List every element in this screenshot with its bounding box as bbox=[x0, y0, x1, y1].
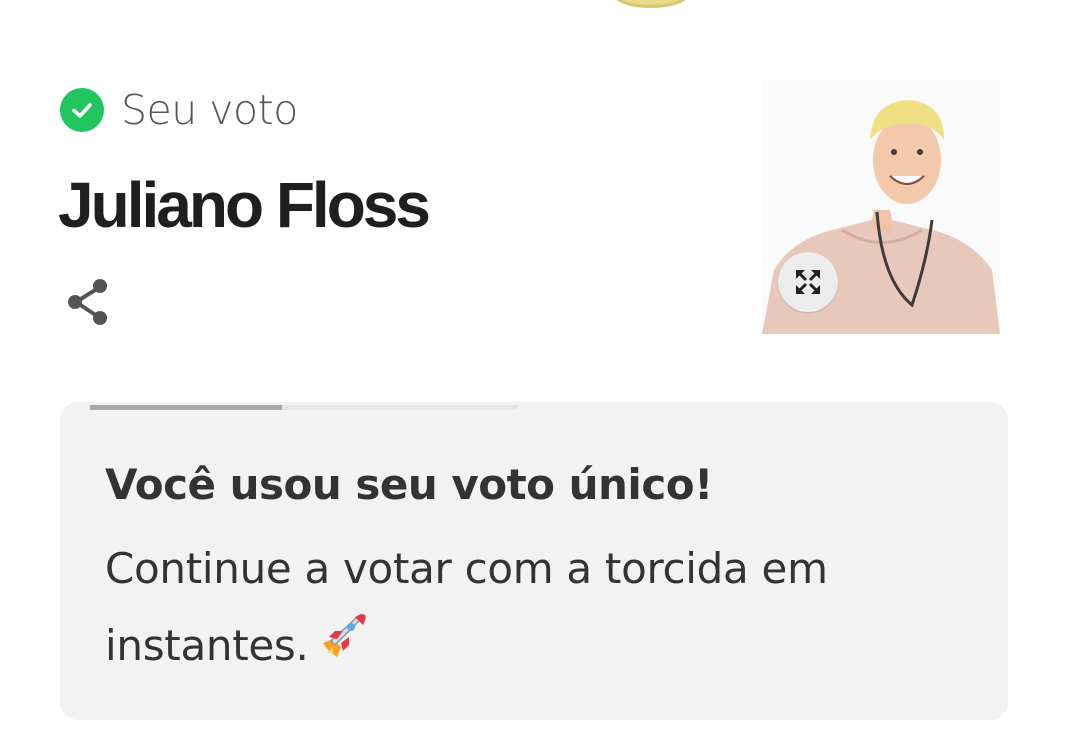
vote-message-card: Você usou seu voto único! Continue a vot… bbox=[60, 402, 1008, 720]
share-icon bbox=[68, 279, 107, 325]
message-title: Você usou seu voto único! bbox=[105, 460, 713, 509]
vote-status-label: Seu voto bbox=[121, 86, 298, 134]
message-text-block: Continue a votar com a torcida em instan… bbox=[105, 530, 865, 689]
progress-fill bbox=[90, 405, 283, 410]
vote-status: Seu voto bbox=[60, 86, 298, 134]
candidate-name: Juliano Floss bbox=[58, 169, 431, 241]
expand-photo-button[interactable] bbox=[778, 252, 838, 312]
top-logo bbox=[612, 0, 690, 8]
rocket-icon bbox=[315, 609, 371, 689]
progress-bar bbox=[90, 405, 517, 410]
check-circle-icon bbox=[60, 88, 104, 132]
message-text: Continue a votar com a torcida em instan… bbox=[105, 544, 828, 670]
share-button[interactable] bbox=[64, 276, 112, 328]
expand-icon bbox=[796, 270, 820, 294]
